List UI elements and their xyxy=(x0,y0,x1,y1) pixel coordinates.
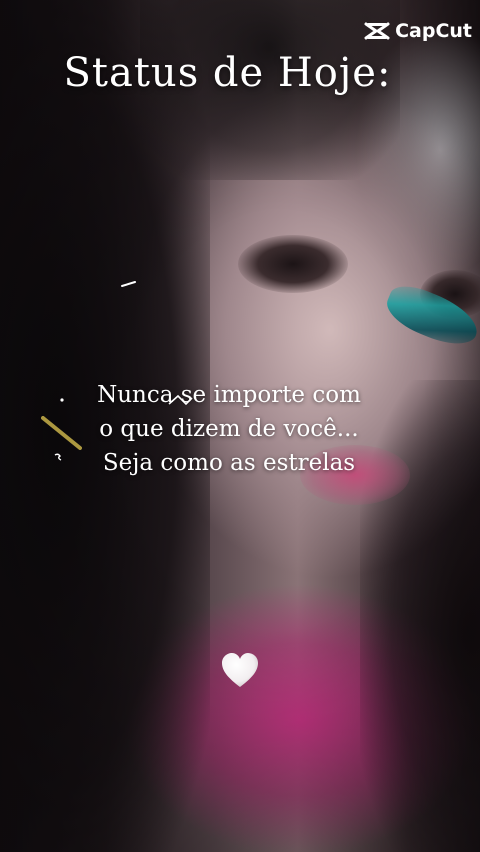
sparkle-icon xyxy=(121,281,136,287)
capcut-logo-icon xyxy=(364,22,390,40)
capcut-brand-label: CapCut xyxy=(395,20,472,42)
video-frame: CapCut Status de Hoje: Nunca se importe … xyxy=(0,0,480,852)
status-title: Status de Hoje: xyxy=(63,50,392,96)
sparkle-icon xyxy=(168,394,193,406)
white-heart-icon xyxy=(222,653,258,687)
capcut-watermark: CapCut xyxy=(364,20,472,42)
streak-icon xyxy=(41,416,82,450)
sparkle-icon xyxy=(54,453,62,461)
quote-line-1: Nunca se importe com xyxy=(97,382,361,408)
sparkle-icon xyxy=(60,398,64,402)
